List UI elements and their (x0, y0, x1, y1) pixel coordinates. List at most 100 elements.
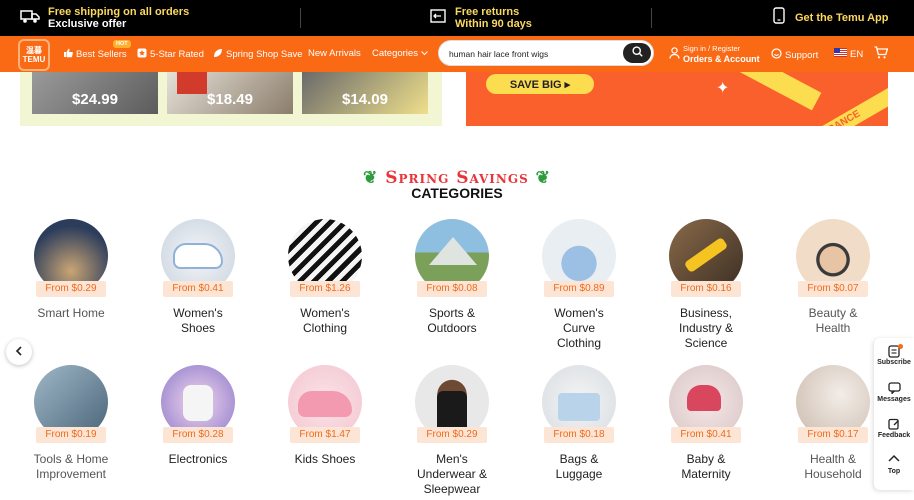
clearance-tape (670, 72, 822, 111)
language-selector[interactable]: EN (834, 48, 863, 60)
deal-card[interactable]: $18.49 (167, 72, 293, 114)
category-name: Tools & Home Improvement (33, 452, 109, 481)
category-price: From $1.47 (290, 427, 360, 443)
logo-text: TEMU (22, 55, 46, 64)
categories-heading: CATEGORIES (411, 185, 503, 201)
nav-spring-save[interactable]: Spring Shop Save (213, 48, 303, 61)
category-tile[interactable]: From $0.16 Business, Industry & Science (651, 219, 761, 359)
category-price: From $0.29 (36, 281, 106, 297)
category-tile[interactable]: From $0.41 Baby & Maternity (651, 365, 761, 497)
category-price: From $0.41 (671, 427, 741, 443)
search-button[interactable] (623, 43, 651, 63)
category-name: Health & Household (804, 452, 862, 481)
category-price: From $0.07 (798, 281, 868, 297)
feedback-label: Feedback (877, 432, 911, 439)
category-tile[interactable]: From $0.08 Sports & Outdoors (397, 219, 507, 359)
category-name: Baby & Maternity (681, 452, 731, 481)
category-name: Women's Shoes (173, 306, 223, 335)
divider (300, 8, 301, 28)
category-tile[interactable]: From $0.29 Smart Home (16, 219, 126, 359)
cart-icon (874, 46, 889, 62)
app-label: Get the Temu App (795, 12, 889, 24)
category-name: Sports & Outdoors (427, 306, 477, 335)
category-tile[interactable]: From $0.19 Tools & Home Improvement (16, 365, 126, 497)
subscribe-label: Subscribe (877, 359, 911, 366)
category-tile[interactable]: From $0.17 Health & Household (778, 365, 888, 497)
deal-price: $14.09 (342, 91, 388, 108)
phone-icon (773, 7, 785, 29)
edit-icon (874, 418, 914, 432)
category-tile[interactable]: From $0.07 Beauty & Health (778, 219, 888, 359)
promo-bar: Free shipping on all orders Exclusive of… (0, 0, 914, 36)
clearance-banner[interactable]: CLEARANCE ✦ SAVE BIG ▸ (466, 72, 888, 126)
category-tile[interactable]: From $0.89 Women's Curve Clothing (524, 219, 634, 359)
free-shipping-promo[interactable]: Free shipping on all orders Exclusive of… (20, 0, 189, 36)
user-icon (669, 46, 680, 62)
deal-price: $18.49 (207, 91, 253, 108)
category-tile[interactable]: From $1.26 Women's Clothing (270, 219, 380, 359)
thumbs-up-icon (63, 48, 73, 61)
category-price: From $0.16 (671, 281, 741, 297)
free-returns-promo[interactable]: Free returns Within 90 days (430, 0, 532, 36)
category-name: Kids Shoes (294, 452, 356, 466)
top-label: Top (887, 468, 901, 475)
category-name: Women's Curve Clothing (554, 306, 604, 350)
temu-logo[interactable]: 温暮 TEMU (18, 39, 50, 71)
category-tile[interactable]: From $0.18 Bags & Luggage (524, 365, 634, 497)
orders-account-label: Orders & Account (683, 54, 760, 64)
nav-new-arrivals[interactable]: New Arrivals (308, 48, 361, 59)
star-box-icon (137, 48, 147, 61)
support-label: Support (785, 49, 819, 61)
category-tile[interactable]: From $0.28 Electronics (143, 365, 253, 497)
category-price: From $0.89 (544, 281, 614, 297)
category-tile[interactable]: From $0.29 Men's Underwear & Sleepwear (397, 365, 507, 497)
return-box-icon (430, 8, 446, 29)
account-menu[interactable]: Sign in / Register Orders & Account (669, 44, 760, 64)
truck-icon (20, 8, 40, 29)
nav-categories-label: Categories (372, 48, 418, 59)
nav-five-star-label: 5-Star Rated (150, 49, 204, 60)
nav-best-sellers-label: Best Sellers (76, 49, 127, 60)
sparkle-icon: ✦ (716, 80, 730, 97)
category-price: From $0.19 (36, 427, 106, 443)
deal-card[interactable]: $24.99 (32, 72, 158, 114)
back-to-top-button[interactable]: Top (874, 454, 914, 475)
cart-button[interactable] (874, 46, 889, 62)
leaf-icon (213, 48, 223, 61)
category-tile[interactable]: From $1.47 Kids Shoes (270, 365, 380, 497)
nav-five-star[interactable]: 5-Star Rated (137, 48, 204, 61)
category-name: Men's Underwear & Sleepwear (416, 452, 488, 496)
category-tile[interactable]: From $0.41 Women's Shoes (143, 219, 253, 359)
category-name: Smart Home (37, 306, 105, 320)
language-label: EN (850, 48, 864, 60)
messages-label: Messages (877, 396, 911, 403)
sign-in-label: Sign in / Register (683, 44, 741, 53)
category-name: Beauty & Health (808, 306, 858, 335)
hot-badge: HOT (113, 40, 131, 48)
category-price: From $0.17 (798, 427, 868, 443)
chevron-down-icon (421, 48, 428, 59)
carousel-prev-button[interactable] (6, 339, 32, 365)
subscribe-button[interactable]: Subscribe (874, 344, 914, 366)
floating-side-panel: Subscribe Messages Feedback Top (874, 338, 914, 490)
nav-best-sellers[interactable]: Best Sellers (63, 48, 127, 61)
category-price: From $0.18 (544, 427, 614, 443)
logo-glyphs: 温暮 (26, 46, 42, 55)
save-big-button[interactable]: SAVE BIG ▸ (486, 74, 594, 94)
messages-button[interactable]: Messages (874, 382, 914, 403)
nav-spring-save-label: Spring Shop Save (226, 49, 303, 60)
notification-dot (898, 344, 903, 349)
chat-icon (874, 382, 914, 396)
support-link[interactable]: Support (771, 48, 818, 62)
category-price: From $0.29 (417, 427, 487, 443)
feedback-button[interactable]: Feedback (874, 418, 914, 439)
nav-categories[interactable]: Categories (372, 48, 428, 59)
chevron-up-icon (874, 454, 914, 468)
search-input[interactable] (449, 46, 619, 62)
category-name: Bags & Luggage (555, 452, 603, 481)
deal-card[interactable]: $14.09 (302, 72, 428, 114)
category-price: From $1.26 (290, 281, 360, 297)
category-name: Electronics (168, 452, 228, 466)
get-app-promo[interactable]: Get the Temu App (773, 0, 889, 36)
category-name: Business, Industry & Science (678, 306, 734, 350)
